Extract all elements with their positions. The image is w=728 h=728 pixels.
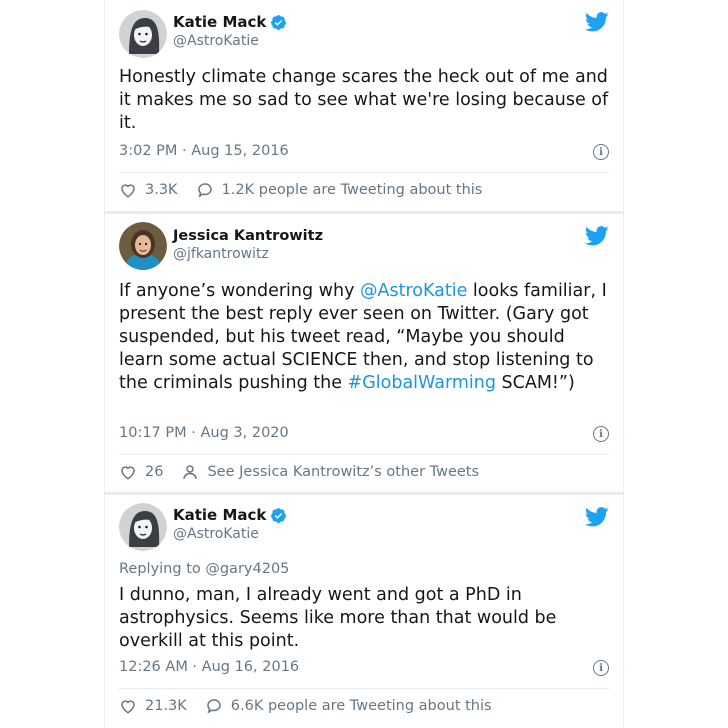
twitter-bird-icon[interactable] (585, 226, 609, 246)
hashtag-link[interactable]: #GlobalWarming (348, 373, 496, 393)
tweet-card: Katie Mack @AstroKatie Honestly climate … (104, 0, 624, 212)
author-handle[interactable]: @AstroKatie (173, 33, 287, 49)
tweet-header: Katie Mack @AstroKatie (119, 10, 287, 58)
tweet-card: Jessica Kantrowitz @jfkantrowitz If anyo… (104, 214, 624, 492)
tweet-header: Jessica Kantrowitz @jfkantrowitz (119, 222, 323, 270)
like-button[interactable]: 21.3K (119, 697, 187, 715)
tweet-text: Honestly climate change scares the heck … (119, 67, 609, 133)
tweet-actions: 21.3K 6.6K people are Tweeting about thi… (119, 697, 492, 715)
like-button[interactable]: 3.3K (119, 181, 178, 199)
author-name[interactable]: Katie Mack (173, 13, 266, 31)
tweet-collage: Katie Mack @AstroKatie Honestly climate … (0, 0, 728, 728)
text-segment: SCAM!”) (495, 373, 575, 393)
profile-link-label: See Jessica Kantrowitz’s other Tweets (207, 464, 480, 480)
author-name[interactable]: Katie Mack (173, 506, 266, 524)
like-button[interactable]: 26 (119, 463, 163, 481)
speech-bubble-icon (207, 699, 221, 714)
tweet-actions: 26 See Jessica Kantrowitz’s other Tweets (119, 463, 479, 481)
info-icon[interactable]: i (593, 144, 609, 160)
divider (119, 454, 609, 455)
mention-link[interactable]: @AstroKatie (360, 281, 467, 301)
divider (119, 688, 609, 689)
tweet-text: If anyone’s wondering why @AstroKatie lo… (119, 280, 611, 395)
heart-icon (121, 700, 135, 714)
tweet-timestamp[interactable]: 10:17 PM · Aug 3, 2020 (119, 425, 289, 441)
info-icon[interactable]: i (593, 660, 609, 676)
author-name[interactable]: Jessica Kantrowitz (173, 228, 323, 244)
conversation-link[interactable]: 6.6K people are Tweeting about this (205, 697, 492, 715)
tweet-header: Katie Mack @AstroKatie (119, 503, 287, 551)
conversation-label: 6.6K people are Tweeting about this (230, 698, 492, 714)
avatar[interactable] (119, 222, 167, 270)
avatar[interactable] (119, 10, 167, 58)
person-icon (183, 465, 198, 479)
heart-icon (121, 466, 135, 480)
replying-to[interactable]: Replying to @gary4205 (119, 561, 289, 577)
verified-badge-icon (271, 14, 287, 30)
avatar[interactable] (119, 503, 167, 551)
profile-link[interactable]: See Jessica Kantrowitz’s other Tweets (181, 463, 479, 481)
twitter-bird-icon[interactable] (585, 507, 609, 527)
heart-icon (121, 184, 135, 198)
verified-badge-icon (271, 507, 287, 523)
speech-bubble-icon (197, 183, 212, 198)
conversation-label: 1.2K people are Tweeting about this (221, 182, 483, 198)
tweet-timestamp[interactable]: 12:26 AM · Aug 16, 2016 (119, 659, 299, 675)
tweet-card: Katie Mack @AstroKatie Replying to @gary… (104, 495, 624, 728)
tweet-timestamp[interactable]: 3:02 PM · Aug 15, 2016 (119, 143, 289, 159)
tweet-actions: 3.3K 1.2K people are Tweeting about this (119, 181, 482, 199)
text-segment: If anyone’s wondering why (119, 281, 360, 301)
author-handle[interactable]: @jfkantrowitz (173, 246, 323, 262)
like-count: 21.3K (145, 698, 187, 714)
info-icon[interactable]: i (593, 426, 609, 442)
author-handle[interactable]: @AstroKatie (173, 526, 287, 542)
divider (119, 172, 609, 173)
like-count: 3.3K (145, 182, 178, 198)
twitter-bird-icon[interactable] (585, 12, 609, 32)
conversation-link[interactable]: 1.2K people are Tweeting about this (196, 181, 483, 199)
like-count: 26 (145, 464, 164, 480)
tweet-text: I dunno, man, I already went and got a P… (119, 585, 557, 651)
